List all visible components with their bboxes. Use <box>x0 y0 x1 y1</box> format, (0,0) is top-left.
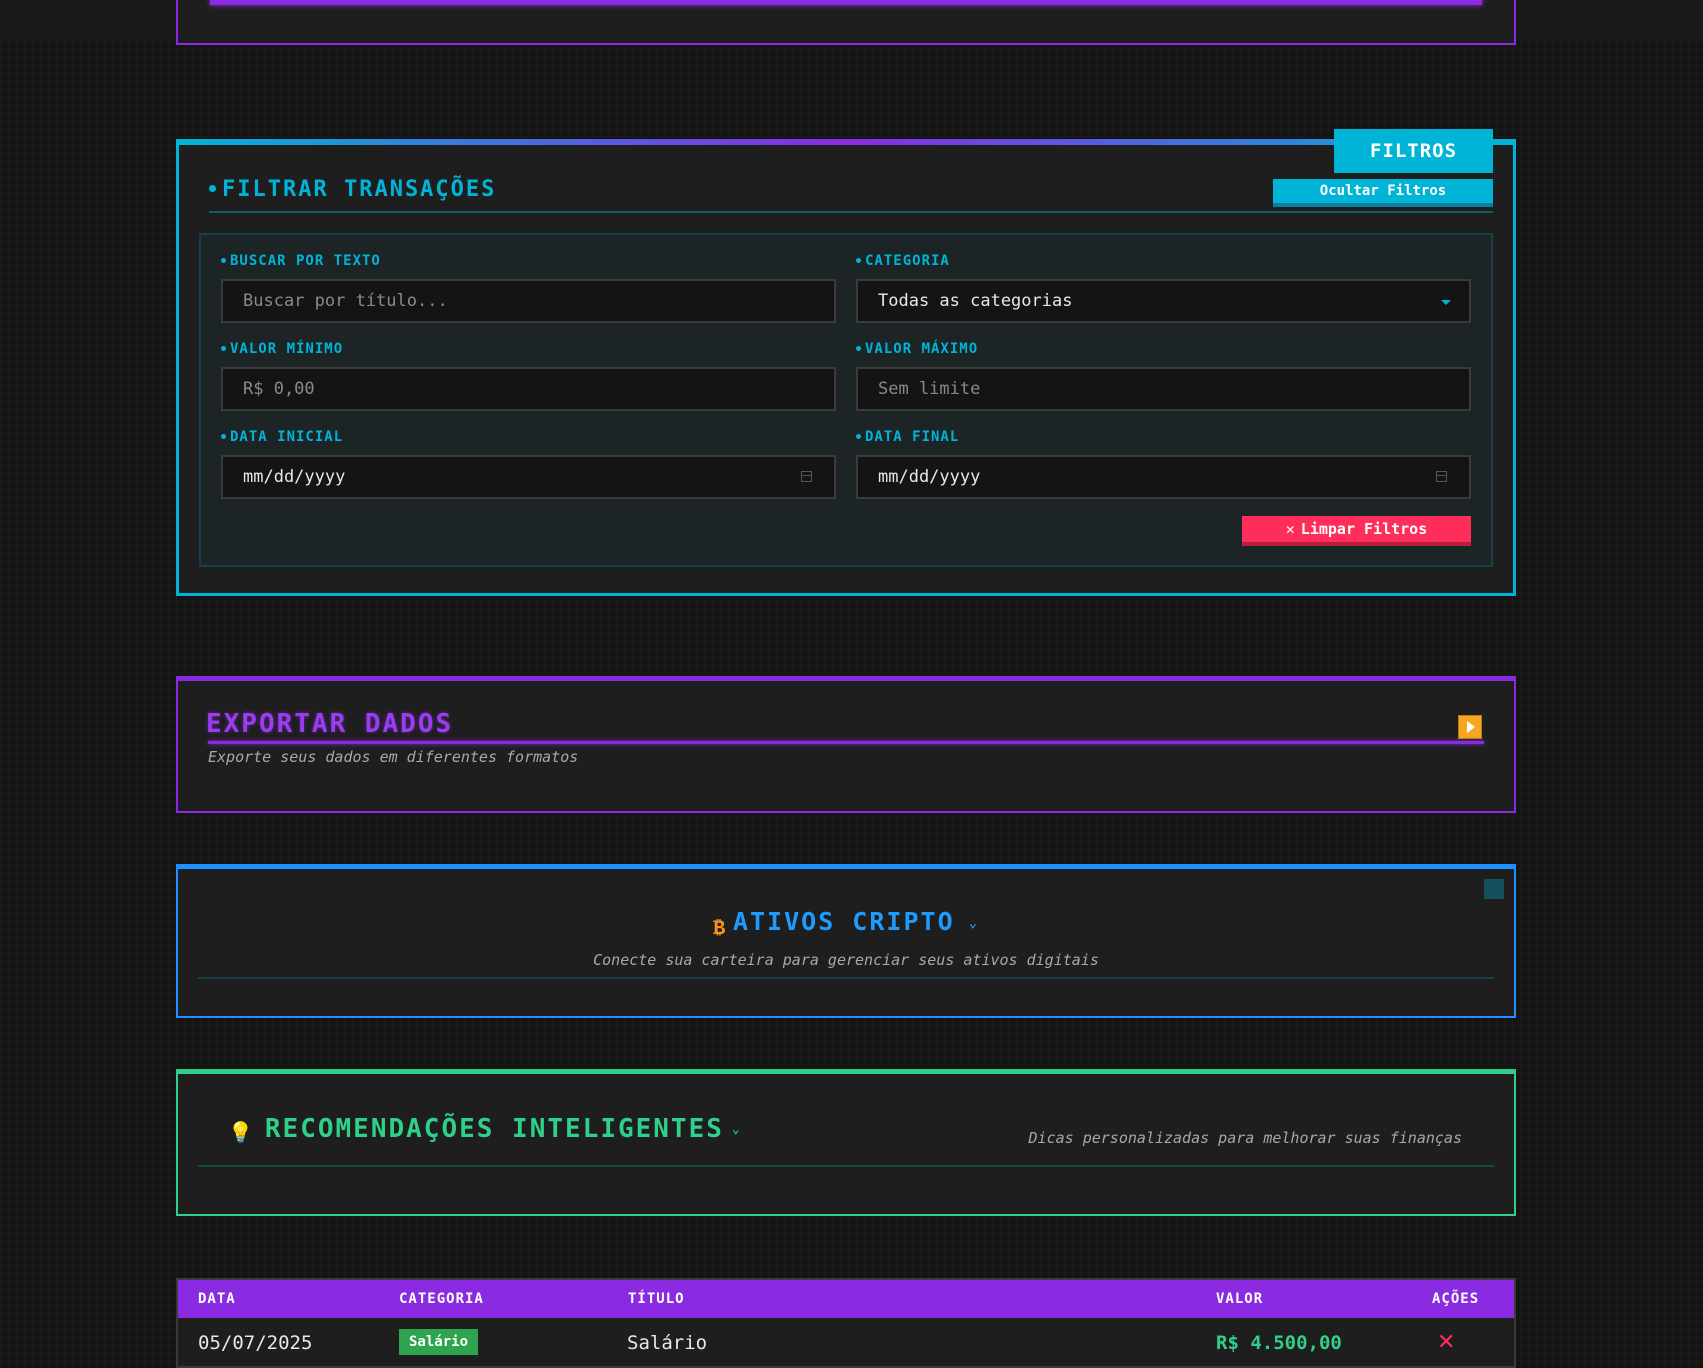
search-input[interactable]: Buscar por título... <box>221 279 836 323</box>
filters-panel: FILTROS FILTRAR TRANSAÇÕES Ocultar Filtr… <box>176 129 1516 596</box>
column-header-date[interactable]: DATA <box>198 1291 236 1307</box>
clear-filters-label: Limpar Filtros <box>1300 520 1428 538</box>
column-header-value[interactable]: VALOR <box>1216 1291 1263 1307</box>
divider <box>198 977 1494 979</box>
search-placeholder: Buscar por título... <box>243 291 448 311</box>
filters-badge: FILTROS <box>1334 129 1493 173</box>
start-date-label: DATA INICIAL <box>221 429 343 445</box>
divider <box>209 211 1493 213</box>
chevron-down-icon[interactable]: ⌄ <box>732 1122 742 1137</box>
recommendations-header[interactable]: 💡 RECOMENDAÇÕES INTELIGENTES ⌄ <box>228 1114 742 1144</box>
hide-filters-button[interactable]: Ocultar Filtros <box>1273 179 1493 207</box>
delete-icon[interactable]: ✕ <box>1437 1330 1455 1355</box>
chevron-down-icon <box>1441 300 1451 305</box>
bullet-icon <box>856 433 861 439</box>
filters-title: FILTRAR TRANSAÇÕES <box>209 177 496 202</box>
category-select-value: Todas as categorias <box>878 291 1073 311</box>
recommendations-panel: 💡 RECOMENDAÇÕES INTELIGENTES ⌄ Dicas perso… <box>176 1069 1516 1216</box>
start-date-input[interactable]: mm/dd/yyyy <box>221 455 836 499</box>
calendar-icon[interactable] <box>801 471 812 482</box>
row-date: 05/07/2025 <box>198 1332 313 1354</box>
start-date-value: mm/dd/yyyy <box>243 467 346 487</box>
end-date-label: DATA FINAL <box>856 429 959 445</box>
crypto-panel: ₿ ATIVOS CRIPTO ⌄ Conecte sua carteira par… <box>176 864 1516 1018</box>
end-date-input[interactable]: mm/dd/yyyy <box>856 455 1471 499</box>
bullet-icon <box>856 257 861 263</box>
clear-filters-button[interactable]: ✕ Limpar Filtros <box>1242 516 1471 546</box>
calendar-icon[interactable] <box>1436 471 1447 482</box>
crypto-title: ATIVOS CRIPTO <box>732 907 955 936</box>
lightbulb-icon: 💡 <box>228 1120 255 1144</box>
previous-panel <box>176 0 1516 45</box>
bullet-icon <box>221 433 226 439</box>
filters-title-text: FILTRAR TRANSAÇÕES <box>222 177 497 202</box>
end-date-value: mm/dd/yyyy <box>878 467 981 487</box>
search-label: BUSCAR POR TEXTO <box>221 253 381 269</box>
chevron-down-icon[interactable]: ⌄ <box>969 915 979 931</box>
category-badge: Salário <box>399 1329 479 1355</box>
play-icon[interactable] <box>1458 715 1482 739</box>
export-subtitle: Exporte seus dados em diferentes formato… <box>208 748 579 766</box>
crypto-header[interactable]: ₿ ATIVOS CRIPTO ⌄ <box>178 907 1514 939</box>
recommendations-title: RECOMENDAÇÕES INTELIGENTES <box>264 1114 724 1144</box>
column-header-actions: AÇÕES <box>1432 1291 1480 1307</box>
category-select[interactable]: Todas as categorias <box>856 279 1471 323</box>
bullet-icon <box>856 345 861 351</box>
table-header: DATA CATEGORIA TÍTULO VALOR AÇÕES <box>178 1280 1514 1318</box>
bullet-icon <box>209 184 216 192</box>
divider <box>198 1165 1494 1167</box>
transactions-table: DATA CATEGORIA TÍTULO VALOR AÇÕES 05/07/… <box>176 1278 1516 1368</box>
previous-panel-bar <box>210 0 1482 5</box>
export-title: EXPORTAR DADOS <box>206 709 454 739</box>
min-value-input[interactable]: R$ 0,00 <box>221 367 836 411</box>
min-value-placeholder: R$ 0,00 <box>243 379 315 399</box>
recommendations-subtitle: Dicas personalizadas para melhorar suas … <box>1028 1129 1462 1147</box>
min-value-label: VALOR MÍNIMO <box>221 341 343 357</box>
toggle-square-icon[interactable] <box>1484 879 1504 899</box>
max-value-input[interactable]: Sem limite <box>856 367 1471 411</box>
close-icon: ✕ <box>1285 520 1295 538</box>
row-value: R$ 4.500,00 <box>1216 1332 1342 1354</box>
bitcoin-icon: ₿ <box>712 915 727 939</box>
export-panel: EXPORTAR DADOS Exporte seus dados em dif… <box>176 676 1516 813</box>
column-header-title[interactable]: TÍTULO <box>628 1291 685 1307</box>
row-title: Salário <box>627 1332 708 1354</box>
max-value-label: VALOR MÁXIMO <box>856 341 978 357</box>
category-label: CATEGORIA <box>856 253 950 269</box>
column-header-category[interactable]: CATEGORIA <box>399 1291 484 1307</box>
bullet-icon <box>221 345 226 351</box>
filters-form: BUSCAR POR TEXTO Buscar por título... CA… <box>199 233 1493 567</box>
crypto-subtitle: Conecte sua carteira para gerenciar seus… <box>593 951 1099 969</box>
divider <box>208 741 1484 744</box>
max-value-placeholder: Sem limite <box>878 379 981 399</box>
bullet-icon <box>221 257 226 263</box>
